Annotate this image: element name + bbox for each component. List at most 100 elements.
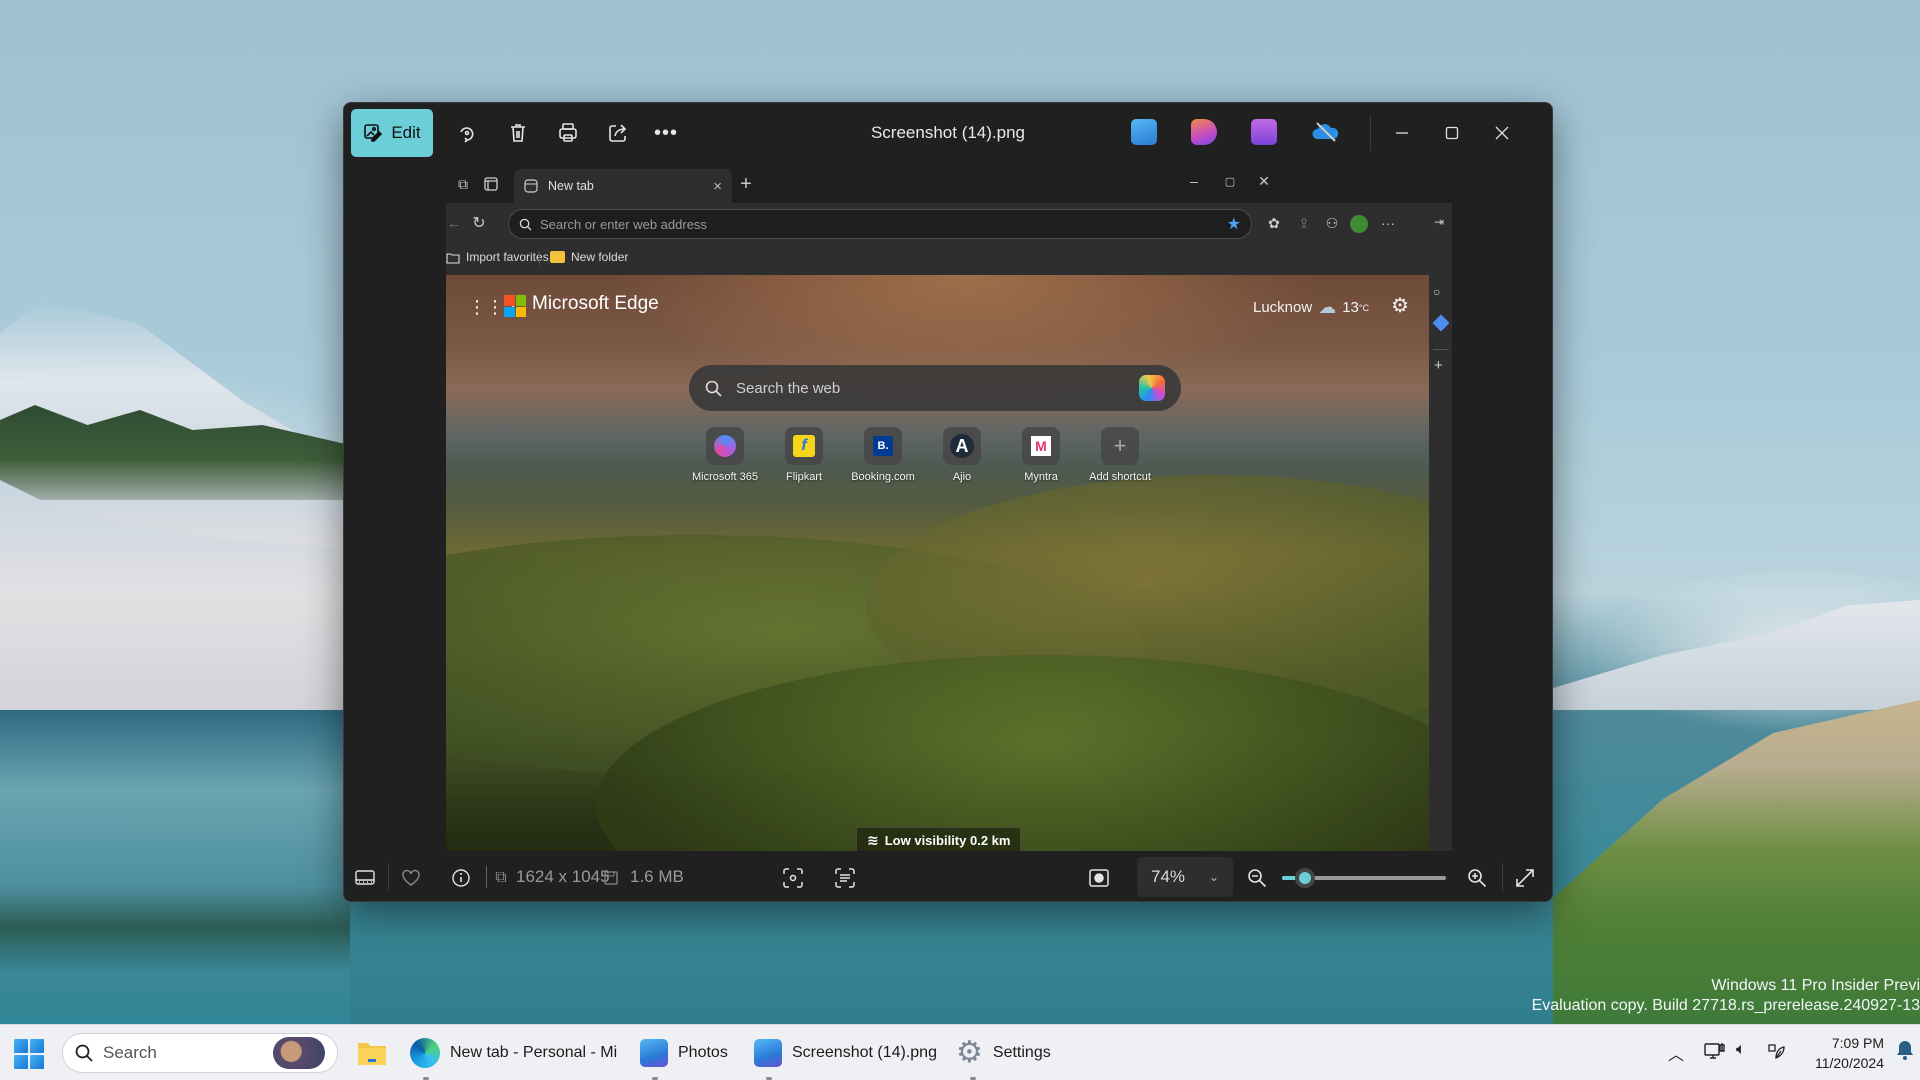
dimensions-icon: ⧉ bbox=[495, 869, 507, 886]
fit-to-window-button[interactable] bbox=[1086, 865, 1112, 891]
edge-icon bbox=[410, 1038, 440, 1068]
favorite-star-icon: ★ bbox=[1226, 216, 1241, 233]
taskbar-search[interactable]: Search bbox=[62, 1033, 338, 1073]
clock[interactable]: 7:09 PM 11/20/2024 bbox=[1800, 1033, 1884, 1073]
chevron-up-icon: ︿ bbox=[1668, 1047, 1685, 1064]
clipchamp-app-icon[interactable] bbox=[1251, 119, 1277, 145]
show-hidden-icons[interactable]: ︿ bbox=[1668, 1041, 1684, 1065]
photos-app-icon[interactable] bbox=[1131, 119, 1157, 145]
clock-time: 7:09 PM bbox=[1831, 1035, 1884, 1051]
booking-icon: B. bbox=[873, 436, 893, 456]
edit-button[interactable]: Edit bbox=[351, 109, 433, 157]
windows-logo-pane bbox=[30, 1039, 44, 1053]
weather-temp: 13 bbox=[1342, 299, 1359, 316]
tab-close-icon: × bbox=[713, 177, 722, 195]
search-icon bbox=[705, 380, 722, 397]
zoom-in-button[interactable] bbox=[1464, 865, 1490, 891]
taskbar: Search New tab - Personal - Mi Photos Sc… bbox=[0, 1024, 1920, 1080]
energy-saver-icon[interactable] bbox=[1766, 1041, 1786, 1066]
rotate-button[interactable] bbox=[449, 115, 485, 151]
designer-app-icon[interactable] bbox=[1191, 119, 1217, 145]
collections-icon: ⚇ bbox=[1325, 214, 1339, 231]
fog-cloud-icon: ☁ bbox=[1318, 297, 1337, 317]
maximize-button[interactable] bbox=[1429, 113, 1475, 153]
file-explorer-icon bbox=[358, 1043, 386, 1065]
heart-icon bbox=[402, 869, 420, 886]
close-button[interactable] bbox=[1479, 113, 1525, 153]
visual-search-button[interactable] bbox=[780, 865, 806, 891]
shortcuts-row: Microsoft 365 f Flipkart B. Booking.com … bbox=[692, 427, 1151, 483]
filmstrip-button[interactable] bbox=[352, 865, 378, 891]
zoom-slider[interactable] bbox=[1282, 868, 1446, 888]
shortcut-booking: B. Booking.com bbox=[851, 427, 915, 483]
network-icon[interactable] bbox=[1704, 1041, 1726, 1066]
taskbar-item-label: New tab - Personal - Mi bbox=[450, 1044, 618, 1061]
rotate-icon bbox=[460, 127, 474, 143]
zoom-slider-thumb[interactable] bbox=[1294, 868, 1315, 888]
refresh-icon: ↻ bbox=[472, 215, 486, 232]
windows-logo-pane bbox=[14, 1055, 28, 1069]
wallpaper-mountain-right bbox=[1553, 600, 1920, 710]
microsoft-logo bbox=[504, 295, 526, 317]
volume-icon[interactable]: 🔈︎ bbox=[1736, 1041, 1746, 1059]
more-icon: ••• bbox=[653, 121, 678, 144]
taskbar-screenshot-window[interactable]: Screenshot (14).png bbox=[748, 1031, 943, 1080]
myntra-icon: M bbox=[1031, 436, 1051, 456]
profile-avatar bbox=[1350, 215, 1368, 233]
print-button[interactable] bbox=[550, 115, 586, 151]
address-bar: Search or enter web address ★ bbox=[508, 209, 1252, 239]
fit-icon bbox=[1089, 869, 1109, 887]
shortcut-flipkart: f Flipkart bbox=[775, 427, 833, 483]
title-bar: Edit ••• Screenshot (14).png bbox=[344, 103, 1552, 159]
ntp-search-box: Search the web bbox=[689, 365, 1181, 411]
delete-button[interactable] bbox=[500, 115, 536, 151]
edge-share-icon: ⇪ bbox=[1298, 214, 1310, 231]
taskbar-edge[interactable]: New tab - Personal - Mi bbox=[404, 1031, 623, 1080]
fog-icon: ≋ bbox=[867, 831, 879, 848]
info-button[interactable] bbox=[448, 865, 474, 891]
delete-icon bbox=[511, 124, 525, 142]
folder-icon bbox=[550, 251, 565, 263]
edge-more-icon: ··· bbox=[1381, 215, 1395, 231]
sidebar-copilot-icon bbox=[1432, 314, 1450, 332]
shortcut-label: Ajio bbox=[952, 471, 972, 483]
zoom-level-dropdown[interactable]: 74% ⌄ bbox=[1137, 857, 1233, 897]
zoom-out-button[interactable] bbox=[1244, 865, 1270, 891]
edge-close-icon: ✕ bbox=[1258, 172, 1270, 189]
taskbar-item-label: Photos bbox=[678, 1044, 728, 1061]
more-button[interactable]: ••• bbox=[648, 115, 684, 151]
taskbar-item-label: Screenshot (14).png bbox=[792, 1044, 937, 1061]
shortcut-label: Microsoft 365 bbox=[691, 471, 759, 483]
address-placeholder: Search or enter web address bbox=[540, 216, 707, 232]
favorite-label: New folder bbox=[571, 250, 629, 264]
minimize-button[interactable] bbox=[1379, 113, 1425, 153]
edge-minimize-icon: – bbox=[1190, 173, 1198, 189]
taskbar-photos[interactable]: Photos bbox=[634, 1031, 734, 1080]
onedrive-off-icon[interactable] bbox=[1311, 119, 1341, 145]
edge-maximize-icon: ▢ bbox=[1224, 175, 1236, 188]
shortcut-label: Add shortcut bbox=[1089, 471, 1151, 483]
microsoft-365-icon bbox=[714, 435, 736, 457]
favorite-button[interactable] bbox=[398, 865, 424, 891]
taskbar-file-explorer[interactable] bbox=[350, 1031, 394, 1075]
ntp-search-placeholder: Search the web bbox=[736, 379, 841, 397]
filmstrip-icon bbox=[355, 870, 375, 885]
search-icon bbox=[75, 1044, 93, 1062]
taskbar-search-placeholder: Search bbox=[103, 1043, 157, 1062]
start-button[interactable] bbox=[14, 1039, 44, 1069]
favorite-import: Import favorites bbox=[446, 250, 549, 264]
file-size: 1.6 MB bbox=[630, 867, 684, 886]
close-icon bbox=[1495, 126, 1509, 140]
bottom-divider bbox=[1502, 863, 1503, 891]
share-button[interactable] bbox=[600, 115, 636, 151]
image-canvas[interactable]: ⧉ New tab × + – ▢ ✕ ← ↻ Search or enter … bbox=[446, 165, 1452, 851]
notifications-bell-icon[interactable] bbox=[1896, 1039, 1914, 1066]
taskbar-settings[interactable]: ⚙ Settings bbox=[950, 1031, 1057, 1080]
text-scan-button[interactable] bbox=[832, 865, 858, 891]
bottom-divider bbox=[388, 863, 389, 891]
tab-favicon bbox=[524, 179, 538, 193]
fullscreen-button[interactable] bbox=[1512, 865, 1538, 891]
zoom-out-icon bbox=[1248, 869, 1267, 888]
favorites-divider bbox=[539, 251, 540, 265]
favorite-new-folder: New folder bbox=[550, 250, 628, 264]
